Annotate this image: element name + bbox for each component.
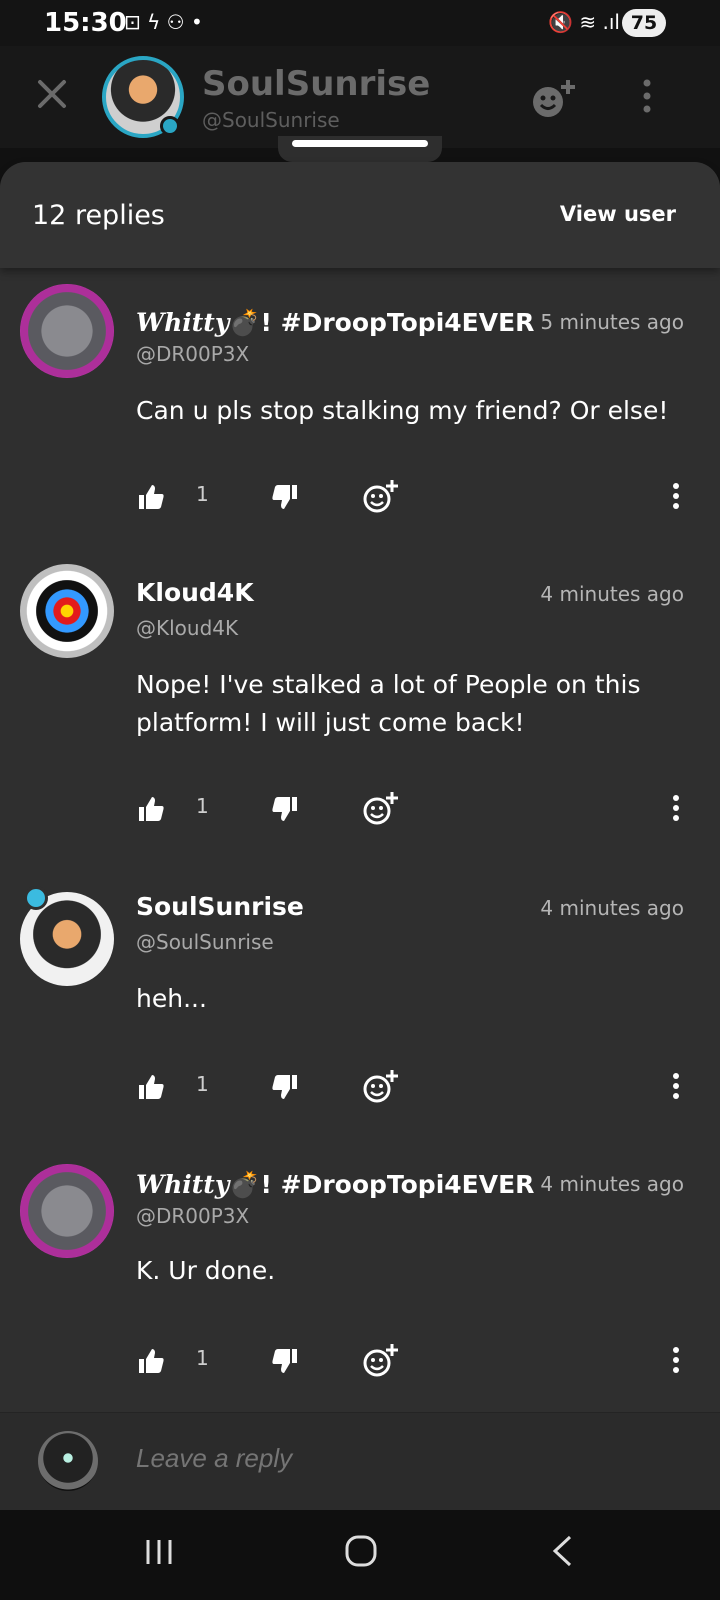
reply-input[interactable] xyxy=(136,1443,475,1474)
comment-item: Whitty💣! #DroopTopi4EVER 4 minutes ago @… xyxy=(0,1160,720,1410)
comment-author[interactable]: Whitty💣! #DroopTopi4EVER xyxy=(136,308,534,338)
like-count: 1 xyxy=(196,1346,209,1370)
online-badge xyxy=(160,116,180,136)
comment-actions: 1 xyxy=(0,1068,720,1108)
comment-time: 4 minutes ago xyxy=(540,582,684,606)
avatar-badge xyxy=(24,886,48,910)
sheet-header: 12 replies View user xyxy=(0,162,720,268)
comment-text: heh... xyxy=(136,984,207,1013)
home-icon[interactable] xyxy=(344,1534,378,1568)
thumbs-up-icon[interactable] xyxy=(136,1346,166,1376)
comment-item: Kloud4K 4 minutes ago @Kloud4K Nope! I'v… xyxy=(0,564,720,864)
like-count: 1 xyxy=(196,482,209,506)
comment-time: 5 minutes ago xyxy=(540,310,684,334)
comment-item: Whitty💣! #DroopTopi4EVER 5 minutes ago @… xyxy=(0,280,720,550)
current-user-avatar xyxy=(38,1431,98,1491)
like-count: 1 xyxy=(196,1072,209,1096)
more-vertical-icon[interactable] xyxy=(672,482,680,510)
thumbs-down-icon[interactable] xyxy=(270,794,300,824)
add-reaction-icon[interactable] xyxy=(362,790,400,826)
comment-handle: @SoulSunrise xyxy=(136,930,274,954)
recent-apps-icon[interactable] xyxy=(144,1538,174,1566)
comment-author[interactable]: Whitty💣! #DroopTopi4EVER xyxy=(136,1170,534,1200)
more-vertical-icon[interactable] xyxy=(640,78,654,114)
comment-item: SoulSunrise 4 minutes ago @SoulSunrise h… xyxy=(0,882,720,1142)
author-name-rest: ! #DroopTopi4EVER xyxy=(260,1170,535,1199)
reply-bar xyxy=(0,1412,720,1510)
comment-avatar[interactable] xyxy=(20,564,114,658)
thumbs-up-icon[interactable] xyxy=(136,1072,166,1102)
comment-handle: @DR00P3X xyxy=(136,1204,250,1228)
comment-text: K. Ur done. xyxy=(136,1256,276,1285)
status-bar: 15:30 ⊡ ϟ ⚇ • 🔇 ≋ .ıl 75 xyxy=(0,0,720,46)
add-reaction-icon[interactable] xyxy=(362,1342,400,1378)
profile-handle: @SoulSunrise xyxy=(202,108,340,132)
more-vertical-icon[interactable] xyxy=(672,1346,680,1374)
more-vertical-icon[interactable] xyxy=(672,794,680,822)
add-reaction-icon[interactable] xyxy=(530,78,578,120)
thumbs-down-icon[interactable] xyxy=(270,1072,300,1102)
replies-count: 12 replies xyxy=(32,200,165,231)
thumbs-up-icon[interactable] xyxy=(136,482,166,512)
battery-indicator: 75 xyxy=(622,9,666,37)
comment-author[interactable]: Kloud4K xyxy=(136,578,254,607)
add-reaction-icon[interactable] xyxy=(362,478,400,514)
author-script-name: Whitty xyxy=(136,1170,230,1199)
comment-handle: @Kloud4K xyxy=(136,616,239,640)
comment-text: Nope! I've stalked a lot of People on th… xyxy=(136,670,641,737)
bomb-emoji: 💣 xyxy=(229,1170,261,1199)
comment-actions: 1 xyxy=(0,790,720,830)
add-reaction-icon[interactable] xyxy=(362,1068,400,1104)
comment-actions: 1 xyxy=(0,1342,720,1382)
comment-handle: @DR00P3X xyxy=(136,342,250,366)
comment-text: Can u pls stop stalking my friend? Or el… xyxy=(136,396,669,425)
author-script-name: Whitty xyxy=(136,308,230,337)
comment-actions: 1 xyxy=(0,478,720,518)
comment-author[interactable]: SoulSunrise xyxy=(136,892,304,921)
thumbs-down-icon[interactable] xyxy=(270,482,300,512)
back-icon[interactable] xyxy=(550,1534,574,1568)
sheet-drag-handle[interactable] xyxy=(292,140,428,147)
more-vertical-icon[interactable] xyxy=(672,1072,680,1100)
comment-time: 4 minutes ago xyxy=(540,1172,684,1196)
close-icon[interactable] xyxy=(34,76,70,112)
replies-sheet: 12 replies View user Whitty💣! #DroopTopi… xyxy=(0,162,720,1412)
system-nav-bar xyxy=(0,1510,720,1600)
comment-time: 4 minutes ago xyxy=(540,896,684,920)
comment-avatar[interactable] xyxy=(20,284,114,378)
author-name-rest: ! #DroopTopi4EVER xyxy=(260,308,535,337)
status-system-icons: 🔇 ≋ .ıl xyxy=(548,10,620,34)
status-time: 15:30 xyxy=(44,8,127,38)
profile-name: SoulSunrise xyxy=(202,64,431,104)
profile-header: SoulSunrise @SoulSunrise xyxy=(0,46,720,148)
thumbs-down-icon[interactable] xyxy=(270,1346,300,1376)
like-count: 1 xyxy=(196,794,209,818)
thumbs-up-icon[interactable] xyxy=(136,794,166,824)
bomb-emoji: 💣 xyxy=(229,308,261,337)
status-notification-icons: ⊡ ϟ ⚇ • xyxy=(124,10,203,34)
comment-avatar[interactable] xyxy=(20,1164,114,1258)
view-user-button[interactable]: View user xyxy=(560,202,676,226)
